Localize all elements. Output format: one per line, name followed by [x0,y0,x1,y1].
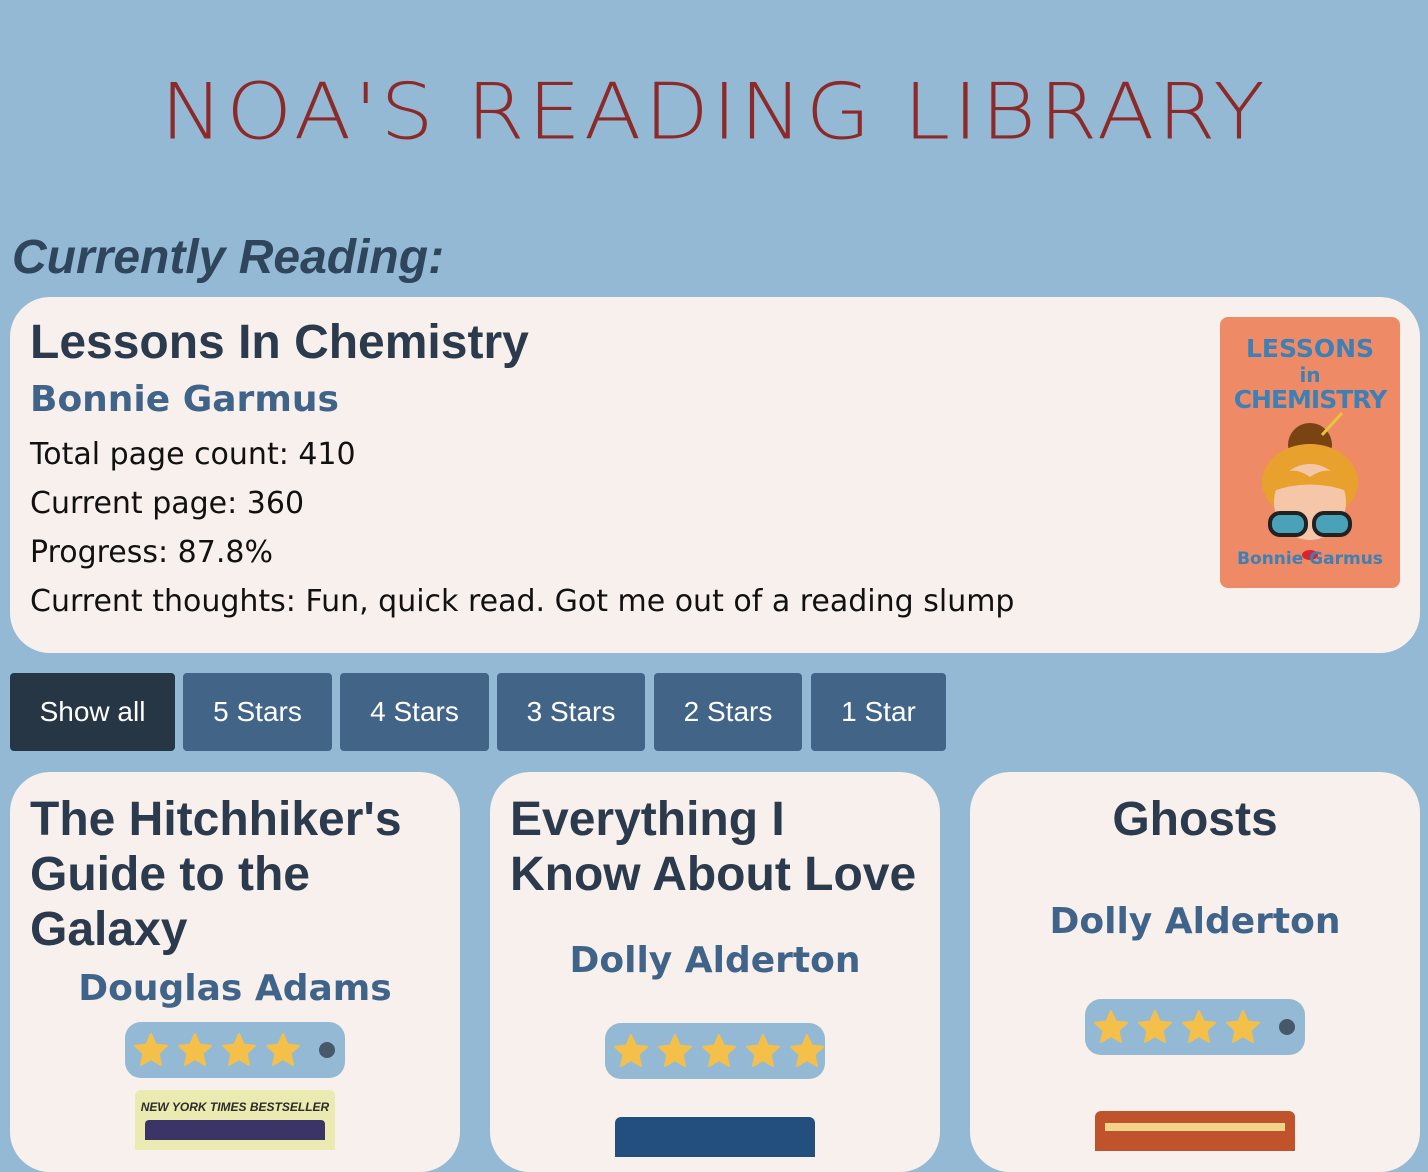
total-page-count: Total page count: 410 [30,437,356,472]
filter-2-stars-button[interactable]: 2 Stars [654,673,802,751]
filter-show-all-button[interactable]: Show all [10,673,175,751]
star-icon [178,1033,212,1066]
book-cover: NEW YORK TIMES BESTSELLER [135,1090,335,1150]
book-author: Dolly Alderton [1049,901,1341,942]
current-book-cover: LESSONS in CHEMISTRY Bonnie Garmus [1220,317,1400,588]
star-rating [1085,999,1305,1055]
currently-reading-heading: Currently Reading: [12,231,445,284]
book-card[interactable]: Ghosts Dolly Alderton [970,772,1420,1172]
current-page: Current page: 360 [30,486,305,521]
current-thoughts: Current thoughts: Fun, quick read. Got m… [30,584,1015,619]
star-icon [614,1034,648,1067]
site-title: NOA'S READING LIBRARY [160,66,1268,158]
book-card[interactable]: The Hitchhiker's Guide to the Galaxy Dou… [10,772,460,1172]
star-rating [605,1023,825,1079]
star-icon [1226,1010,1260,1043]
empty-star-dot-icon [1279,1019,1295,1035]
star-icon [1138,1010,1172,1043]
star-icon [746,1034,780,1067]
filter-3-stars-button[interactable]: 3 Stars [497,673,645,751]
star-icon [702,1034,736,1067]
cover-author: Bonnie Garmus [1237,549,1383,569]
book-card[interactable]: Everything I Know About Love Dolly Alder… [490,772,940,1172]
book-author: Douglas Adams [78,968,392,1009]
star-icon [1094,1010,1128,1043]
filter-5-stars-button[interactable]: 5 Stars [183,673,332,751]
star-icon [658,1034,692,1067]
star-icon [266,1033,300,1066]
star-icon [134,1033,168,1066]
filter-4-stars-button[interactable]: 4 Stars [340,673,489,751]
progress: Progress: 87.8% [30,535,273,570]
star-icon [1182,1010,1216,1043]
star-rating [125,1022,345,1078]
star-icon [222,1033,256,1066]
current-book-title: Lessons In Chemistry [30,316,529,369]
empty-star-dot-icon [319,1042,335,1058]
current-book-author: Bonnie Garmus [30,379,339,420]
star-icon [790,1034,824,1067]
book-title: Everything I Know About Love [510,793,917,901]
cover-bestseller-text: NEW YORK TIMES BESTSELLER [140,1100,330,1114]
book-cover [615,1117,815,1157]
book-author: Dolly Alderton [569,940,861,981]
cover-author-band [145,1120,325,1140]
cover-illustration [1262,411,1358,560]
filter-1-star-button[interactable]: 1 Star [811,673,946,751]
book-title: The Hitchhiker's Guide to the Galaxy [30,793,402,956]
book-cover [1095,1111,1295,1151]
book-title: Ghosts [1112,793,1278,846]
currently-reading-card: Lessons In Chemistry Bonnie Garmus Total… [10,297,1420,653]
